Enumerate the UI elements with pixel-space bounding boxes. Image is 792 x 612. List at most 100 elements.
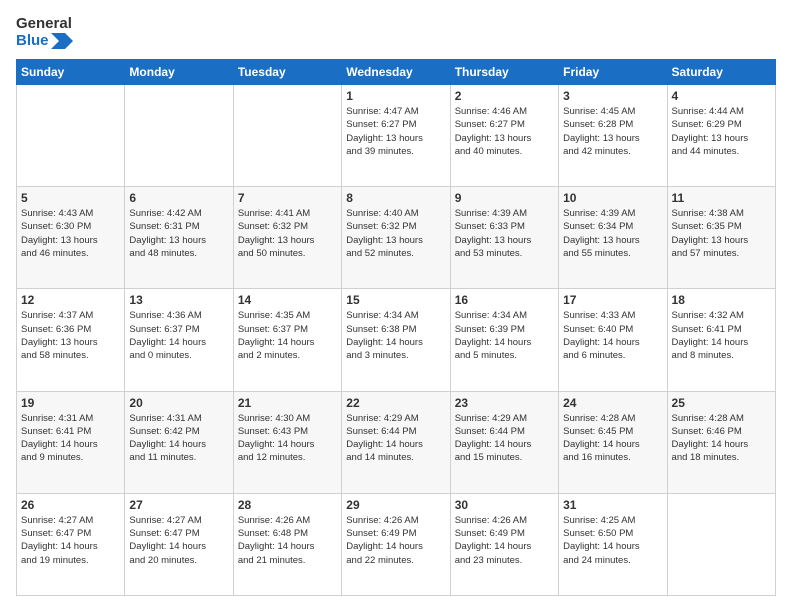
day-info: Sunrise: 4:41 AM Sunset: 6:32 PM Dayligh… (238, 207, 337, 260)
day-number: 1 (346, 89, 445, 103)
logo-general: General (16, 16, 72, 33)
day-number: 16 (455, 293, 554, 307)
day-number: 25 (672, 396, 771, 410)
page: General Blue SundayMondayTuesdayWednesda… (0, 0, 792, 612)
weekday-header-sunday: Sunday (17, 60, 125, 85)
calendar-cell: 16 Sunrise: 4:34 AM Sunset: 6:39 PM Dayli… (450, 289, 558, 391)
day-number: 24 (563, 396, 662, 410)
day-number: 19 (21, 396, 120, 410)
calendar-cell (233, 85, 341, 187)
weekday-header-wednesday: Wednesday (342, 60, 450, 85)
calendar-cell: 25Sunrise: 4:28 AM Sunset: 6:46 PM Dayli… (667, 391, 775, 493)
weekday-row: SundayMondayTuesdayWednesdayThursdayFrid… (17, 60, 776, 85)
day-info: Sunrise: 4:44 AM Sunset: 6:29 PM Dayligh… (672, 105, 771, 158)
day-number: 10 (563, 191, 662, 205)
calendar-cell: 6Sunrise: 4:42 AM Sunset: 6:31 PM Daylig… (125, 187, 233, 289)
calendar-week-3: 12 Sunrise: 4:37 AM Sunset: 6:36 PM Dayli… (17, 289, 776, 391)
calendar-cell (17, 85, 125, 187)
calendar-cell: 2 Sunrise: 4:46 AM Sunset: 6:27 PM Daylig… (450, 85, 558, 187)
logo: General Blue (16, 16, 73, 49)
calendar-cell: 29 Sunrise: 4:26 AM Sunset: 6:49 PM Dayli… (342, 493, 450, 595)
calendar-week-2: 5 Sunrise: 4:43 AM Sunset: 6:30 PM Daylig… (17, 187, 776, 289)
calendar-cell: 1 Sunrise: 4:47 AM Sunset: 6:27 PM Daylig… (342, 85, 450, 187)
day-info: Sunrise: 4:39 AM Sunset: 6:34 PM Dayligh… (563, 207, 662, 260)
day-number: 11 (672, 191, 771, 205)
calendar-cell: 30 Sunrise: 4:26 AM Sunset: 6:49 PM Dayli… (450, 493, 558, 595)
calendar-body: 1 Sunrise: 4:47 AM Sunset: 6:27 PM Daylig… (17, 85, 776, 596)
day-number: 3 (563, 89, 662, 103)
logo-arrow-icon (51, 33, 73, 49)
calendar-cell: 20 Sunrise: 4:31 AM Sunset: 6:42 PM Dayli… (125, 391, 233, 493)
day-number: 14 (238, 293, 337, 307)
calendar-week-1: 1 Sunrise: 4:47 AM Sunset: 6:27 PM Daylig… (17, 85, 776, 187)
day-number: 8 (346, 191, 445, 205)
day-info: Sunrise: 4:37 AM Sunset: 6:36 PM Dayligh… (21, 309, 120, 362)
day-info: Sunrise: 4:38 AM Sunset: 6:35 PM Dayligh… (672, 207, 771, 260)
calendar-table: SundayMondayTuesdayWednesdayThursdayFrid… (16, 59, 776, 596)
day-info: Sunrise: 4:27 AM Sunset: 6:47 PM Dayligh… (21, 514, 120, 567)
weekday-header-friday: Friday (559, 60, 667, 85)
calendar-cell: 26 Sunrise: 4:27 AM Sunset: 6:47 PM Dayli… (17, 493, 125, 595)
calendar-cell: 5 Sunrise: 4:43 AM Sunset: 6:30 PM Daylig… (17, 187, 125, 289)
day-info: Sunrise: 4:46 AM Sunset: 6:27 PM Dayligh… (455, 105, 554, 158)
calendar-cell: 28 Sunrise: 4:26 AM Sunset: 6:48 PM Dayli… (233, 493, 341, 595)
day-info: Sunrise: 4:27 AM Sunset: 6:47 PM Dayligh… (129, 514, 228, 567)
calendar-cell (125, 85, 233, 187)
day-info: Sunrise: 4:29 AM Sunset: 6:44 PM Dayligh… (346, 412, 445, 465)
calendar-cell: 19 Sunrise: 4:31 AM Sunset: 6:41 PM Dayli… (17, 391, 125, 493)
day-number: 4 (672, 89, 771, 103)
day-info: Sunrise: 4:32 AM Sunset: 6:41 PM Dayligh… (672, 309, 771, 362)
day-number: 20 (129, 396, 228, 410)
calendar-cell: 22Sunrise: 4:29 AM Sunset: 6:44 PM Dayli… (342, 391, 450, 493)
day-number: 29 (346, 498, 445, 512)
calendar-cell: 27Sunrise: 4:27 AM Sunset: 6:47 PM Dayli… (125, 493, 233, 595)
day-info: Sunrise: 4:26 AM Sunset: 6:48 PM Dayligh… (238, 514, 337, 567)
day-number: 12 (21, 293, 120, 307)
calendar-header: SundayMondayTuesdayWednesdayThursdayFrid… (17, 60, 776, 85)
calendar-cell: 9 Sunrise: 4:39 AM Sunset: 6:33 PM Daylig… (450, 187, 558, 289)
day-info: Sunrise: 4:34 AM Sunset: 6:39 PM Dayligh… (455, 309, 554, 362)
calendar-cell: 13Sunrise: 4:36 AM Sunset: 6:37 PM Dayli… (125, 289, 233, 391)
day-info: Sunrise: 4:43 AM Sunset: 6:30 PM Dayligh… (21, 207, 120, 260)
calendar-week-5: 26 Sunrise: 4:27 AM Sunset: 6:47 PM Dayli… (17, 493, 776, 595)
day-info: Sunrise: 4:29 AM Sunset: 6:44 PM Dayligh… (455, 412, 554, 465)
calendar-cell: 3Sunrise: 4:45 AM Sunset: 6:28 PM Daylig… (559, 85, 667, 187)
calendar-cell: 4 Sunrise: 4:44 AM Sunset: 6:29 PM Daylig… (667, 85, 775, 187)
day-number: 17 (563, 293, 662, 307)
day-info: Sunrise: 4:31 AM Sunset: 6:42 PM Dayligh… (129, 412, 228, 465)
day-info: Sunrise: 4:26 AM Sunset: 6:49 PM Dayligh… (455, 514, 554, 567)
day-info: Sunrise: 4:31 AM Sunset: 6:41 PM Dayligh… (21, 412, 120, 465)
day-number: 5 (21, 191, 120, 205)
calendar-cell (667, 493, 775, 595)
calendar-cell: 8Sunrise: 4:40 AM Sunset: 6:32 PM Daylig… (342, 187, 450, 289)
day-info: Sunrise: 4:36 AM Sunset: 6:37 PM Dayligh… (129, 309, 228, 362)
day-number: 9 (455, 191, 554, 205)
calendar-cell: 12 Sunrise: 4:37 AM Sunset: 6:36 PM Dayli… (17, 289, 125, 391)
day-number: 26 (21, 498, 120, 512)
calendar-cell: 14Sunrise: 4:35 AM Sunset: 6:37 PM Dayli… (233, 289, 341, 391)
calendar-cell: 24 Sunrise: 4:28 AM Sunset: 6:45 PM Dayli… (559, 391, 667, 493)
calendar-cell: 7Sunrise: 4:41 AM Sunset: 6:32 PM Daylig… (233, 187, 341, 289)
day-number: 28 (238, 498, 337, 512)
weekday-header-monday: Monday (125, 60, 233, 85)
calendar-cell: 11 Sunrise: 4:38 AM Sunset: 6:35 PM Dayli… (667, 187, 775, 289)
day-info: Sunrise: 4:47 AM Sunset: 6:27 PM Dayligh… (346, 105, 445, 158)
day-info: Sunrise: 4:26 AM Sunset: 6:49 PM Dayligh… (346, 514, 445, 567)
day-number: 30 (455, 498, 554, 512)
calendar-cell: 31Sunrise: 4:25 AM Sunset: 6:50 PM Dayli… (559, 493, 667, 595)
day-info: Sunrise: 4:39 AM Sunset: 6:33 PM Dayligh… (455, 207, 554, 260)
calendar-cell: 15Sunrise: 4:34 AM Sunset: 6:38 PM Dayli… (342, 289, 450, 391)
weekday-header-tuesday: Tuesday (233, 60, 341, 85)
day-info: Sunrise: 4:33 AM Sunset: 6:40 PM Dayligh… (563, 309, 662, 362)
day-number: 2 (455, 89, 554, 103)
day-number: 23 (455, 396, 554, 410)
weekday-header-thursday: Thursday (450, 60, 558, 85)
day-info: Sunrise: 4:28 AM Sunset: 6:45 PM Dayligh… (563, 412, 662, 465)
day-number: 21 (238, 396, 337, 410)
logo-blue: Blue (16, 33, 49, 50)
day-number: 31 (563, 498, 662, 512)
header: General Blue (16, 16, 776, 49)
calendar-cell: 10 Sunrise: 4:39 AM Sunset: 6:34 PM Dayli… (559, 187, 667, 289)
calendar-cell: 23 Sunrise: 4:29 AM Sunset: 6:44 PM Dayli… (450, 391, 558, 493)
day-number: 6 (129, 191, 228, 205)
